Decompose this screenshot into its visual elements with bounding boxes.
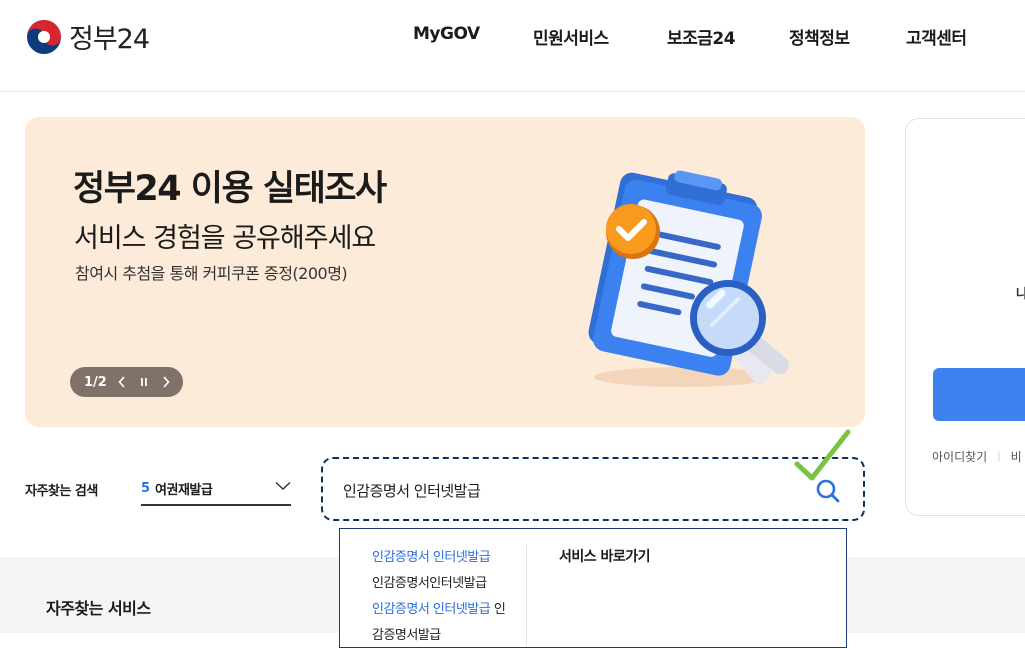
clipboard-magnifier-illustration: [588, 170, 789, 387]
banner-title: 정부24 이용 실태조사: [73, 169, 387, 209]
chevron-down-icon: [275, 481, 291, 490]
find-password-link[interactable]: 비: [1011, 448, 1022, 465]
main-nav: MyGOV 민원서비스 보조금24 정책정보 고객센터: [0, 24, 1025, 50]
autocomplete-divider: [526, 545, 527, 645]
autocomplete-panel: 인감증명서 인터넷발급 인감증명서인터넷발급 인감증명서 인터넷발급 인 감증명…: [339, 528, 847, 648]
next-slide-button[interactable]: [159, 374, 173, 390]
slide-counter: 1/2: [84, 374, 107, 390]
prev-slide-button[interactable]: [115, 374, 129, 390]
checkmark-icon: [794, 429, 851, 481]
banner-description: 참여시 추첨을 통해 커피쿠폰 증정(200명): [75, 264, 348, 283]
nav-civil-services[interactable]: 민원서비스: [533, 24, 609, 49]
banner-subtitle: 서비스 경험을 공유해주세요: [74, 223, 376, 254]
autocomplete-list: 인감증명서 인터넷발급 인감증명서인터넷발급 인감증명서 인터넷발급 인 감증명…: [372, 545, 522, 649]
autocomplete-item[interactable]: 인감증명서 인터넷발급 인: [372, 597, 522, 623]
pause-icon: [140, 378, 147, 386]
login-links: 아이디찾기 | 비: [932, 448, 1022, 465]
autocomplete-item[interactable]: 감증명서발급: [372, 623, 522, 649]
nav-customer-center[interactable]: 고객센터: [906, 24, 967, 49]
autocomplete-item[interactable]: 인감증명서인터넷발급: [372, 571, 522, 597]
frequent-search-label: 자주찾는 검색: [25, 484, 98, 499]
login-card: 나 아이디찾기 | 비: [905, 118, 1025, 516]
banner-slider-control: 1/2: [70, 367, 183, 397]
frequent-search-select[interactable]: 5 여권재발급: [141, 472, 291, 506]
chevron-right-icon: [163, 376, 170, 388]
search-box: [321, 457, 865, 521]
site-header: 정부24 MyGOV 민원서비스 보조금24 정책정보 고객센터: [0, 0, 1025, 92]
service-shortcut-title: 서비스 바로가기: [559, 549, 651, 565]
nav-policy-info[interactable]: 정책정보: [789, 24, 850, 49]
nav-mygov[interactable]: MyGOV: [413, 24, 480, 44]
search-input[interactable]: [343, 479, 803, 501]
promo-banner[interactable]: 정부24 이용 실태조사 서비스 경험을 공유해주세요 참여시 추첨을 통해 커…: [25, 117, 865, 427]
nav-subsidy24[interactable]: 보조금24: [667, 24, 736, 49]
frequent-search-rank: 5: [141, 480, 151, 496]
pause-slide-button[interactable]: [137, 374, 151, 390]
find-id-link[interactable]: 아이디찾기: [932, 448, 987, 465]
chevron-left-icon: [118, 376, 125, 388]
link-separator: |: [997, 451, 1001, 462]
autocomplete-item[interactable]: 인감증명서 인터넷발급: [372, 545, 522, 571]
login-button[interactable]: [933, 368, 1025, 421]
frequent-services-title: 자주찾는 서비스: [46, 599, 151, 618]
login-card-text: 나: [1016, 283, 1025, 302]
frequent-search-term: 여권재발급: [155, 482, 213, 498]
